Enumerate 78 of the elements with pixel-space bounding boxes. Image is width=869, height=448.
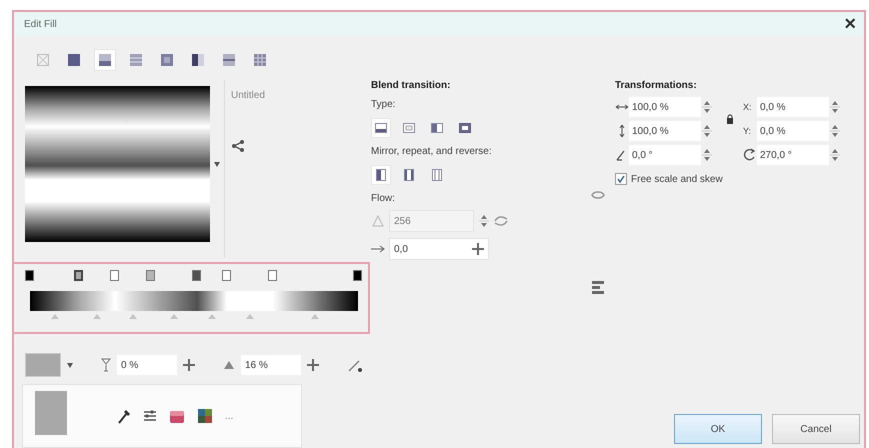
lock-icon[interactable] — [726, 114, 734, 124]
plus-icon[interactable] — [183, 359, 195, 371]
field-label: Mirror, repeat, and reverse: — [371, 146, 493, 157]
midpoint-marker-icon[interactable] — [246, 314, 254, 319]
fill-name: Untitled — [231, 90, 265, 101]
color-palette-icon[interactable] — [197, 408, 213, 424]
color-stop-handle[interactable] — [110, 270, 120, 281]
position-field[interactable]: 16 % — [241, 355, 301, 375]
number-field[interactable]: 100,0 % — [629, 121, 701, 141]
checkbox-label: Free scale and skew — [631, 174, 723, 184]
gradient-square-icon — [98, 53, 112, 67]
number-field[interactable]: 0,0 ° — [629, 145, 701, 165]
section-heading: Transformations: — [615, 80, 698, 91]
fill-type-button[interactable] — [94, 49, 116, 71]
rotate-arrow-icon — [743, 148, 757, 162]
arrow-icon — [371, 245, 385, 253]
sliders-icon[interactable] — [143, 409, 157, 423]
dropdown-arrow-icon[interactable] — [214, 162, 220, 166]
ok-button[interactable]: OK — [674, 414, 762, 444]
plus-icon[interactable] — [307, 359, 319, 371]
number-field[interactable]: 0,0 % — [757, 121, 829, 141]
field-label: X: — [743, 102, 753, 112]
color-stop-handle[interactable] — [268, 270, 277, 281]
number-field[interactable]: 0,0 % — [757, 97, 829, 117]
mirror-mode-button[interactable] — [371, 165, 391, 185]
banded-square-icon — [222, 53, 236, 67]
plus-icon[interactable] — [472, 243, 484, 255]
funnel-icon — [101, 358, 111, 372]
framed-square-icon — [458, 121, 472, 135]
steps-icon — [371, 214, 385, 228]
framed-square-icon — [402, 121, 416, 135]
striped-square-icon — [430, 168, 444, 182]
checkmark-icon — [617, 175, 625, 183]
field-label: Type: — [371, 99, 396, 110]
framed-square-icon — [160, 53, 174, 67]
linear-gradient-icon — [374, 121, 388, 135]
color-mixer-icon[interactable] — [169, 408, 185, 424]
section-heading: Blend transition: — [371, 80, 452, 91]
color-stop-handle[interactable] — [74, 270, 84, 281]
color-swatch — [35, 391, 67, 435]
bracketed-square-icon — [402, 168, 416, 182]
half-square-icon — [374, 168, 388, 182]
midpoint-marker-icon[interactable] — [170, 314, 178, 319]
color-stop-handle[interactable] — [353, 270, 362, 281]
number-field[interactable]: 270,0 ° — [757, 145, 829, 165]
close-button[interactable]: × — [842, 14, 858, 34]
window-title: Edit Fill — [24, 18, 57, 30]
number-field[interactable]: 100,0 % — [629, 97, 701, 117]
midpoint-marker-icon[interactable] — [50, 314, 59, 319]
blend-type-button[interactable] — [371, 118, 391, 138]
midpoint-marker-icon[interactable] — [208, 314, 216, 319]
half-square-icon — [430, 121, 444, 135]
square-icon — [67, 53, 81, 67]
half-square-icon — [191, 53, 205, 67]
grid-square-icon — [253, 53, 267, 67]
midpoint-marker-icon[interactable] — [311, 314, 320, 319]
midpoint-marker-icon[interactable] — [93, 314, 102, 319]
color-swatch[interactable] — [25, 353, 61, 377]
link-icon[interactable] — [591, 190, 605, 200]
cancel-button[interactable]: Cancel — [772, 414, 860, 444]
acceleration-field[interactable]: 0,0 — [389, 238, 489, 260]
color-stop-handle[interactable] — [192, 270, 202, 281]
dropdown-arrow-icon[interactable] — [67, 362, 73, 368]
link-icon[interactable] — [494, 215, 508, 227]
share-icon[interactable] — [231, 139, 245, 153]
striped-square-icon — [129, 53, 143, 67]
triangle-icon — [223, 360, 235, 370]
color-stop-handle[interactable] — [25, 270, 34, 281]
midpoint-marker-icon[interactable] — [129, 314, 138, 319]
transparency-field[interactable]: 0 % — [117, 355, 177, 375]
eyedropper-icon[interactable] — [117, 408, 131, 424]
align-icon[interactable] — [591, 280, 605, 296]
field-label: Y: — [743, 126, 752, 136]
crossed-square-icon — [36, 53, 50, 67]
field-label: Flow: — [371, 193, 396, 204]
color-stop-handle[interactable] — [222, 270, 231, 281]
checkbox[interactable] — [615, 173, 627, 185]
color-stop-handle[interactable] — [146, 270, 156, 281]
